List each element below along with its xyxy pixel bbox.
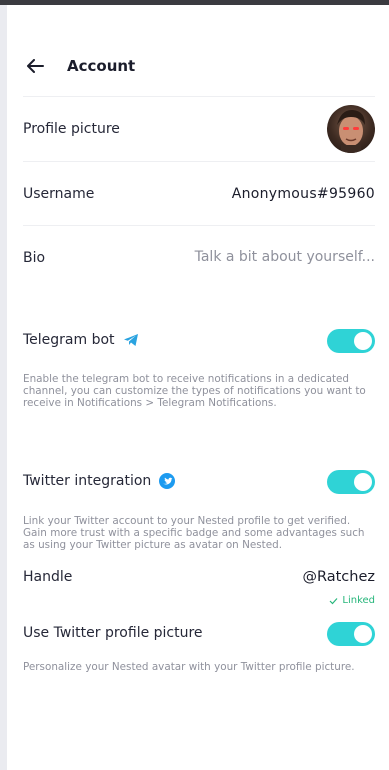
linked-label: Linked: [342, 595, 375, 606]
page-title: Account: [67, 57, 136, 75]
check-icon: [329, 597, 338, 604]
twitter-toggle[interactable]: [327, 470, 375, 494]
telegram-label: Telegram bot: [23, 332, 115, 348]
use-twitter-picture-toggle[interactable]: [327, 622, 375, 646]
twitter-icon: [159, 473, 176, 489]
twitter-label: Twitter integration: [23, 473, 152, 489]
avatar-image: [337, 109, 365, 153]
bio-input[interactable]: [175, 249, 375, 265]
profile-picture-label: Profile picture: [23, 121, 120, 137]
telegram-row-label: Telegram bot: [23, 332, 139, 348]
telegram-icon: [123, 334, 138, 346]
toggle-knob: [354, 625, 372, 643]
left-rail: [0, 5, 7, 770]
use-twitter-picture-help-text: Personalize your Nested avatar with your…: [23, 661, 355, 673]
username-label: Username: [23, 186, 95, 202]
divider: [23, 96, 375, 97]
divider: [23, 225, 375, 226]
username-value: Anonymous#95960: [231, 186, 375, 202]
telegram-toggle[interactable]: [327, 329, 375, 353]
page-header: Account: [23, 51, 373, 81]
handle-value: @Ratchez: [302, 569, 375, 585]
handle-label: Handle: [23, 569, 73, 585]
use-twitter-picture-label: Use Twitter profile picture: [23, 625, 203, 641]
account-settings-panel: Account Profile picture Username Anonymo…: [7, 5, 389, 770]
telegram-help-text: Enable the telegram bot to receive notif…: [23, 373, 366, 409]
toggle-knob: [354, 473, 372, 491]
linked-status: Linked: [329, 595, 375, 606]
bio-label: Bio: [23, 250, 46, 266]
twitter-row-label: Twitter integration: [23, 473, 176, 489]
arrow-left-icon: [27, 59, 44, 73]
twitter-help-text: Link your Twitter account to your Nested…: [23, 515, 365, 551]
divider: [23, 161, 375, 162]
back-button[interactable]: [23, 54, 47, 78]
avatar[interactable]: [327, 105, 375, 153]
toggle-knob: [354, 332, 372, 350]
